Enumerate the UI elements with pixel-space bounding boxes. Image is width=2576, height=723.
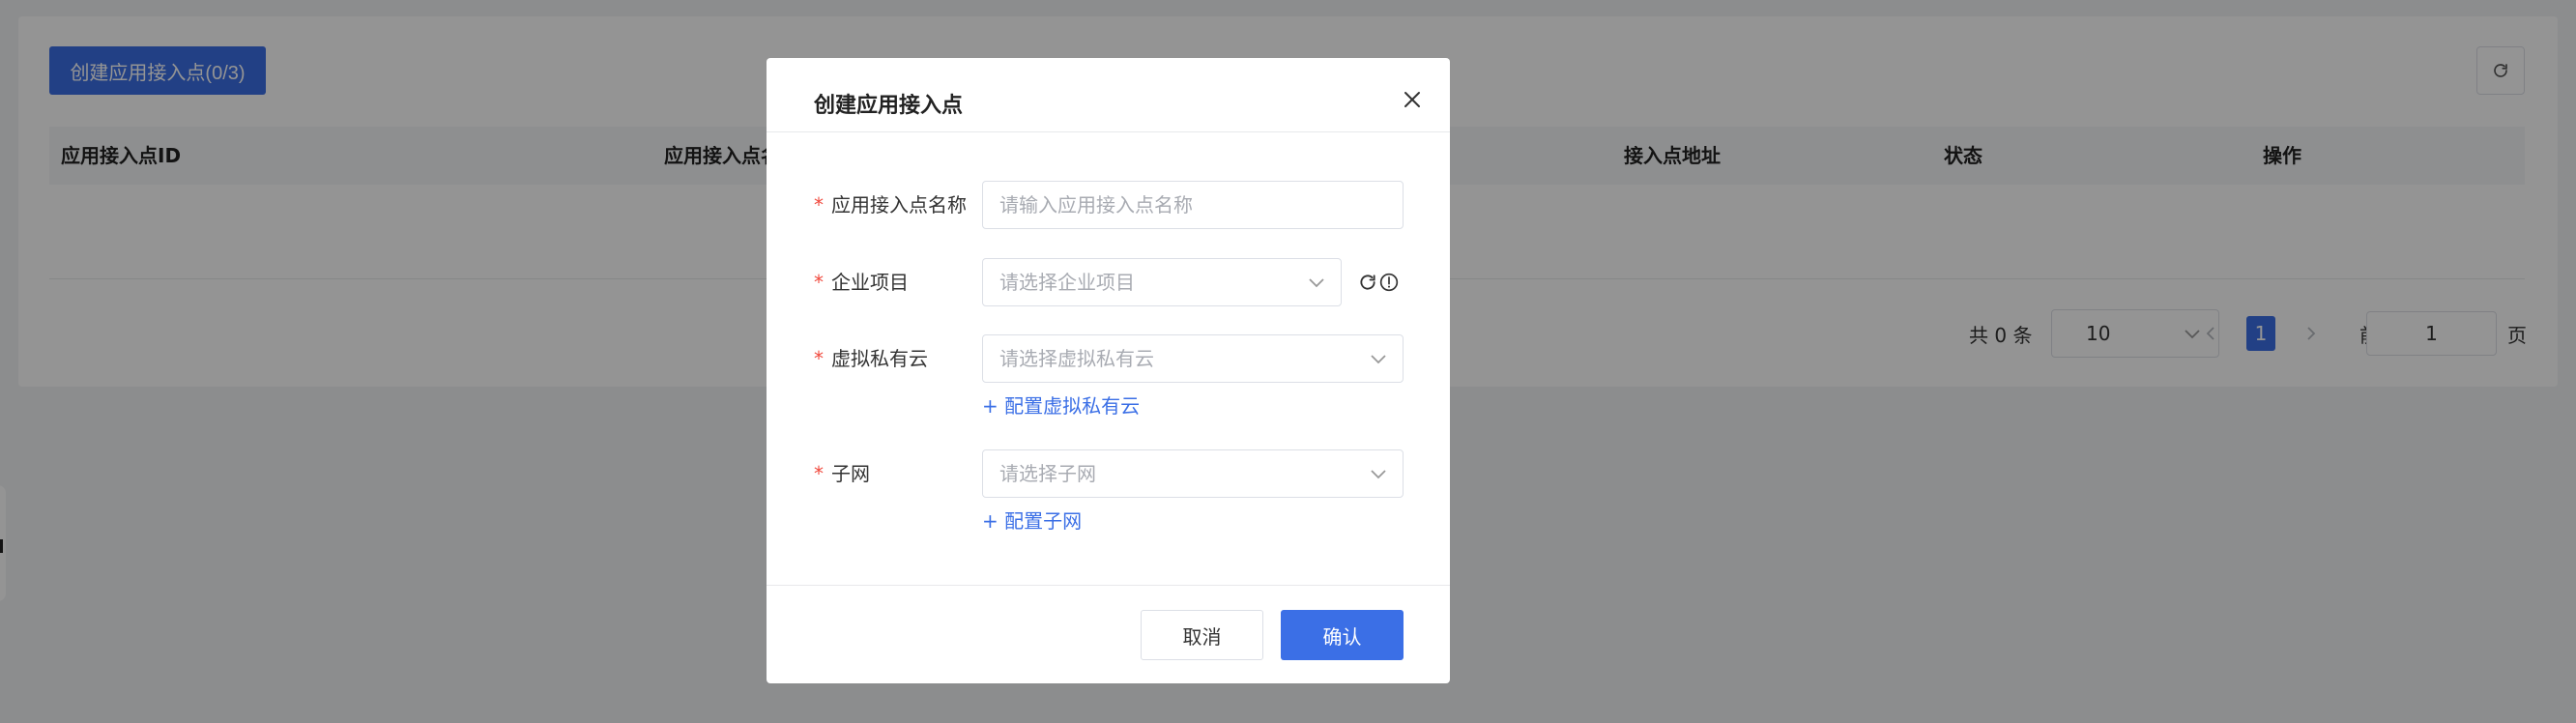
cancel-button[interactable]: 取消	[1141, 610, 1263, 660]
required-mark: *	[814, 193, 824, 217]
chevron-down-icon	[1371, 470, 1386, 479]
dialog-title: 创建应用接入点	[814, 94, 964, 118]
project-select[interactable]: 请选择企业项目	[982, 258, 1342, 306]
vpc-label: * 虚拟私有云	[814, 347, 928, 370]
chevron-down-icon	[1309, 278, 1324, 288]
info-icon	[1379, 273, 1399, 292]
project-info-button[interactable]	[1378, 272, 1400, 293]
dialog-header-divider	[767, 131, 1450, 132]
subnet-select-placeholder: 请选择子网	[999, 462, 1096, 485]
subnet-label: * 子网	[814, 462, 870, 485]
project-refresh-button[interactable]	[1357, 272, 1378, 293]
name-label: * 应用接入点名称	[814, 193, 967, 217]
name-input-wrapper	[982, 181, 1404, 229]
dialog-close-button[interactable]	[1398, 85, 1427, 114]
configure-subnet-link[interactable]: + 配置子网	[982, 506, 1082, 535]
create-access-point-dialog: 创建应用接入点 *应用接入点名称 *企业项目 请选择企业项目	[767, 58, 1450, 683]
close-icon	[1404, 92, 1420, 107]
configure-vpc-link[interactable]: + 配置虚拟私有云	[982, 391, 1140, 420]
page: 创建应用接入点(0/3) 应用接入点ID 应用接入点名 接入点地址 状态 操作 …	[0, 0, 2576, 723]
chevron-down-icon	[1371, 355, 1386, 364]
refresh-icon	[1360, 275, 1375, 290]
subnet-select[interactable]: 请选择子网	[982, 449, 1404, 498]
vpc-select-placeholder: 请选择虚拟私有云	[999, 347, 1154, 370]
dialog-footer-divider	[767, 585, 1450, 586]
access-point-name-input[interactable]	[983, 182, 1403, 228]
project-label: * 企业项目	[814, 271, 909, 294]
project-select-placeholder: 请选择企业项目	[999, 271, 1135, 294]
confirm-button[interactable]: 确认	[1281, 610, 1404, 660]
vpc-select[interactable]: 请选择虚拟私有云	[982, 334, 1404, 383]
